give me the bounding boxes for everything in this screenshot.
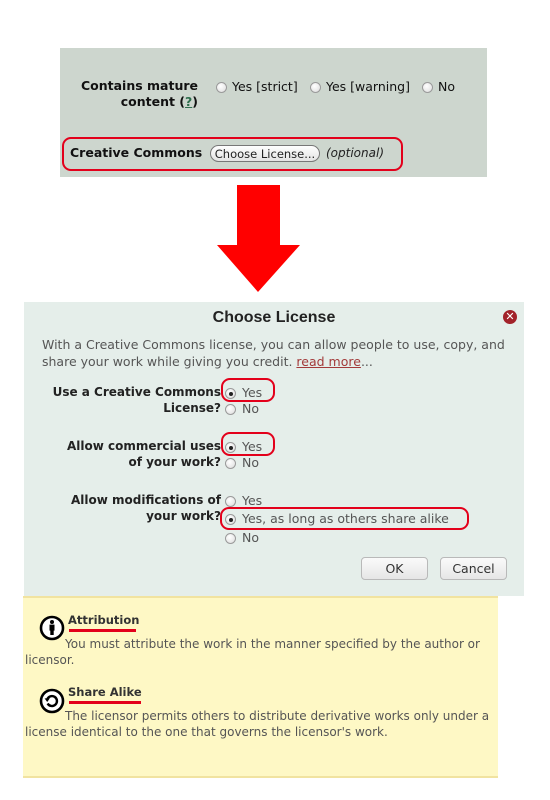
label-line1: Allow modifications of [71, 493, 221, 507]
mature-option-no[interactable]: No [422, 79, 455, 94]
mature-label-line1: Contains mature [80, 78, 198, 93]
option-label: Yes [strict] [232, 79, 298, 94]
mature-label-line2: content (?) [70, 94, 198, 110]
radio-button[interactable] [225, 533, 236, 544]
question-label-commercial: Allow commercial uses of your work? [67, 438, 221, 470]
arrow-shape [217, 185, 300, 292]
share-alike-text: The licensor permits others to distribut… [25, 709, 490, 739]
read-more-link[interactable]: read more [296, 354, 361, 369]
creative-commons-label: Creative Commons [70, 145, 203, 160]
cancel-button[interactable]: Cancel [440, 557, 507, 580]
radio-button[interactable] [225, 442, 236, 453]
radio-button[interactable] [216, 82, 227, 93]
label-line2: your work? [146, 509, 221, 523]
use-cc-option-yes[interactable]: Yes [225, 385, 262, 401]
intro-text: With a Creative Commons license, you can… [42, 337, 505, 369]
label-line1: Use a Creative Commons [52, 385, 221, 399]
optional-note: (optional) [326, 146, 384, 160]
attribution-text: You must attribute the work in the manne… [25, 637, 480, 667]
option-label: Yes [242, 493, 263, 508]
option-label: No [242, 455, 259, 470]
radio-button[interactable] [225, 496, 236, 507]
question-label-use-cc: Use a Creative Commons License? [53, 384, 221, 416]
label-line2: License? [163, 401, 221, 415]
modifications-option-yes[interactable]: Yes [225, 493, 262, 509]
radio-button[interactable] [225, 388, 236, 399]
option-label: Yes [242, 439, 263, 454]
option-label: No [438, 79, 455, 94]
radio-button[interactable] [225, 514, 236, 525]
question-label-modifications: Allow modifications of your work? [71, 492, 221, 524]
mature-label-close: ) [192, 94, 198, 109]
label-line2: of your work? [128, 455, 221, 469]
mature-content-label: Contains mature content (?) [70, 78, 198, 110]
share-alike-underline [69, 701, 141, 704]
option-label: No [242, 530, 259, 545]
dialog-title: Choose License [212, 309, 336, 326]
choose-license-dialog: Choose License ✕ With a Creative Commons… [24, 302, 524, 596]
modifications-option-share-alike[interactable]: Yes, as long as others share alike [225, 511, 449, 527]
dialog-intro: With a Creative Commons license, you can… [42, 336, 512, 370]
attribution-title: Attribution [68, 613, 140, 627]
share-alike-title: Share Alike [68, 685, 142, 699]
radio-button[interactable] [310, 82, 321, 93]
commercial-option-yes[interactable]: Yes [225, 439, 262, 455]
option-label: Yes [warning] [326, 79, 410, 94]
radio-button[interactable] [225, 404, 236, 415]
ok-button[interactable]: OK [361, 557, 428, 580]
modifications-option-no[interactable]: No [225, 530, 259, 546]
upload-form-panel: Contains mature content (?) Yes [strict]… [60, 48, 487, 177]
option-label: Yes, as long as others share alike [242, 511, 449, 526]
label-line1: Allow commercial uses [66, 439, 221, 453]
option-label: No [242, 401, 259, 416]
intro-ellipsis: ... [360, 354, 373, 369]
option-label: Yes [242, 385, 263, 400]
use-cc-option-no[interactable]: No [225, 401, 259, 417]
commercial-option-no[interactable]: No [225, 455, 259, 471]
radio-button[interactable] [422, 82, 433, 93]
radio-button[interactable] [225, 458, 236, 469]
mature-option-strict[interactable]: Yes [strict] [216, 79, 298, 94]
mature-option-warning[interactable]: Yes [warning] [310, 79, 410, 94]
license-info-panel: Attribution You must attribute the work … [23, 596, 498, 778]
mature-label-text: content ( [120, 94, 186, 109]
close-icon[interactable]: ✕ [503, 310, 517, 324]
choose-license-button[interactable]: Choose License... [210, 145, 320, 162]
attribution-underline [69, 629, 136, 632]
down-arrow-icon [217, 185, 300, 292]
